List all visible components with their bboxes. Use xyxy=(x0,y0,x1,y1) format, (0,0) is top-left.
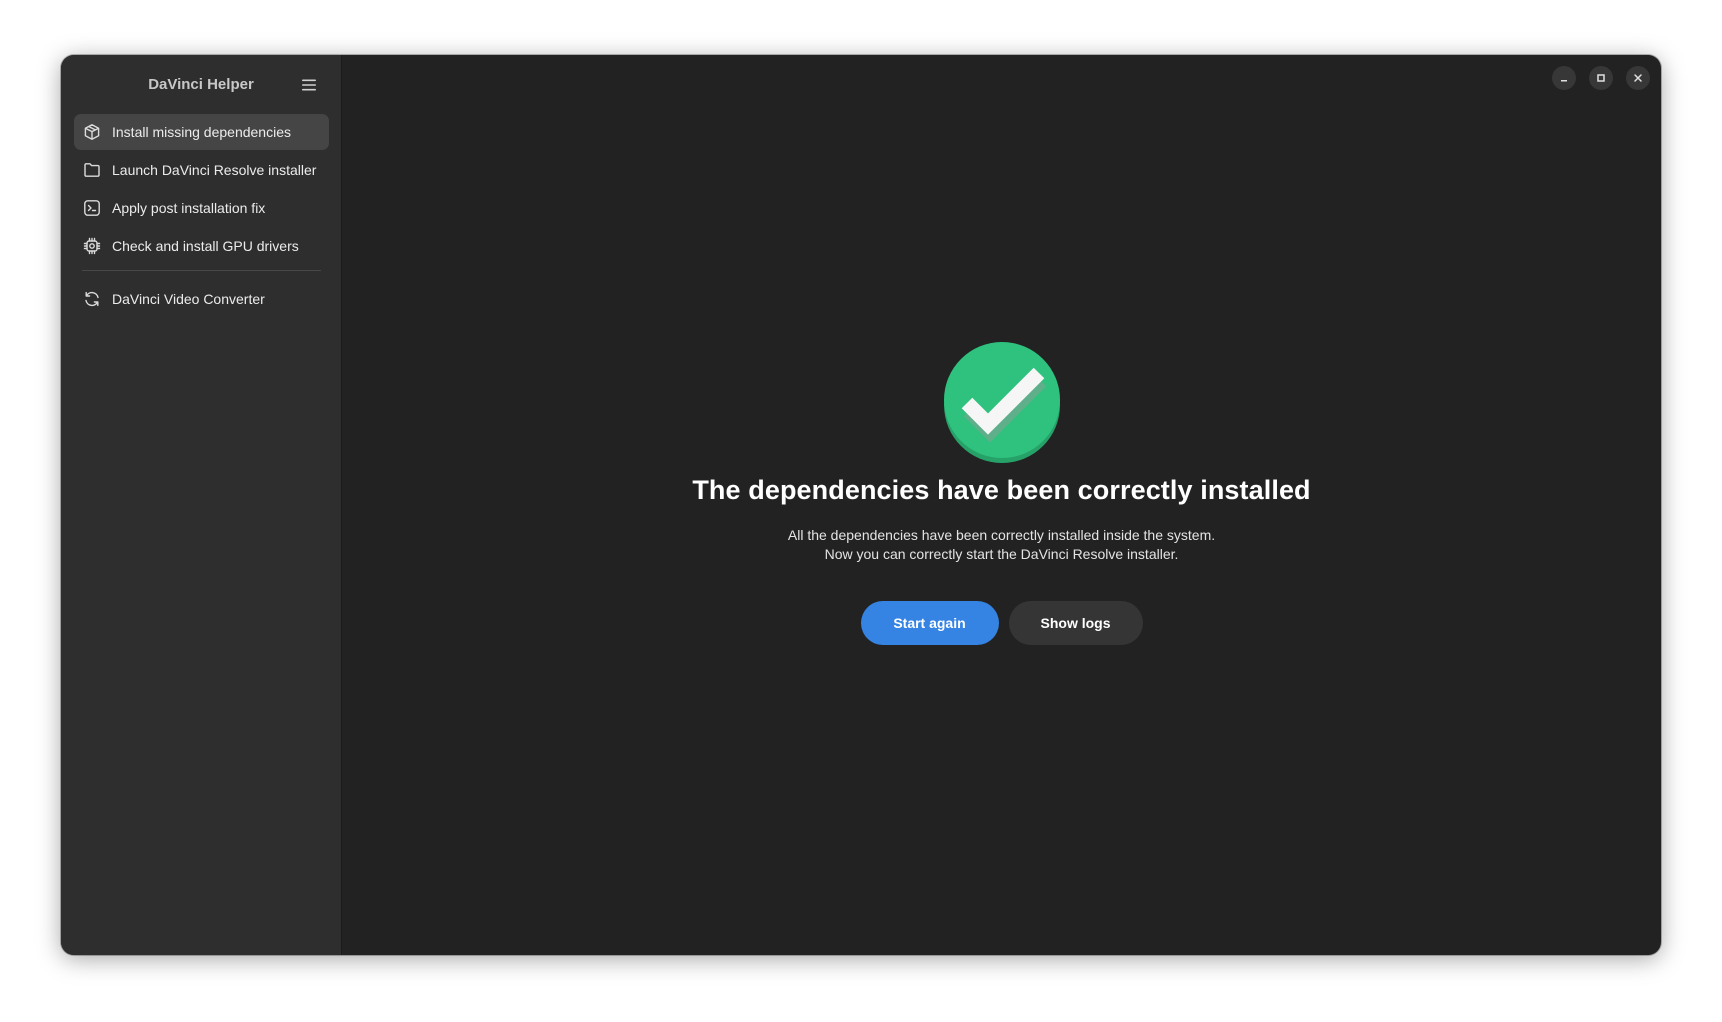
status-description-line: Now you can correctly start the DaVinci … xyxy=(824,546,1179,562)
action-buttons: Start again Show logs xyxy=(860,601,1143,645)
minimize-button[interactable] xyxy=(1552,66,1576,90)
close-icon xyxy=(1634,74,1642,82)
sidebar-nav: Install missing dependencies Launch DaVi… xyxy=(74,114,329,319)
sidebar-item-label: Launch DaVinci Resolve installer xyxy=(112,162,317,178)
sidebar-item-install-dependencies[interactable]: Install missing dependencies xyxy=(74,114,329,150)
main-content: The dependencies have been correctly ins… xyxy=(342,55,1661,955)
main-menu-button[interactable] xyxy=(295,71,323,99)
folder-icon xyxy=(83,161,101,179)
sidebar-item-gpu-drivers[interactable]: Check and install GPU drivers xyxy=(74,228,329,264)
close-button[interactable] xyxy=(1626,66,1650,90)
sidebar-item-label: Install missing dependencies xyxy=(112,124,291,140)
minimize-icon xyxy=(1561,80,1567,82)
status-page: The dependencies have been correctly ins… xyxy=(342,341,1661,645)
window-controls xyxy=(1552,66,1650,90)
sidebar-item-label: Check and install GPU drivers xyxy=(112,238,299,254)
refresh-icon xyxy=(83,290,101,308)
sidebar: DaVinci Helper Install missing dependenc… xyxy=(61,55,342,955)
terminal-icon xyxy=(83,199,101,217)
sidebar-item-label: DaVinci Video Converter xyxy=(112,291,265,307)
chip-icon xyxy=(83,237,101,255)
maximize-button[interactable] xyxy=(1589,66,1613,90)
maximize-icon xyxy=(1597,74,1605,82)
show-logs-button[interactable]: Show logs xyxy=(1008,601,1143,645)
checkmark-icon xyxy=(943,342,1060,463)
sidebar-item-launch-installer[interactable]: Launch DaVinci Resolve installer xyxy=(74,152,329,188)
sidebar-header: DaVinci Helper xyxy=(61,55,341,115)
sidebar-item-video-converter[interactable]: DaVinci Video Converter xyxy=(74,281,329,317)
hamburger-menu-icon xyxy=(302,79,316,91)
status-description-line: All the dependencies have been correctly… xyxy=(787,527,1216,543)
app-window: DaVinci Helper Install missing dependenc… xyxy=(61,55,1661,955)
package-icon xyxy=(83,123,101,141)
sidebar-divider xyxy=(82,270,321,271)
status-description: All the dependencies have been correctly… xyxy=(788,526,1215,564)
status-title: The dependencies have been correctly ins… xyxy=(692,475,1311,505)
start-again-button[interactable]: Start again xyxy=(860,601,999,645)
sidebar-item-post-install-fix[interactable]: Apply post installation fix xyxy=(74,190,329,226)
sidebar-item-label: Apply post installation fix xyxy=(112,200,266,216)
